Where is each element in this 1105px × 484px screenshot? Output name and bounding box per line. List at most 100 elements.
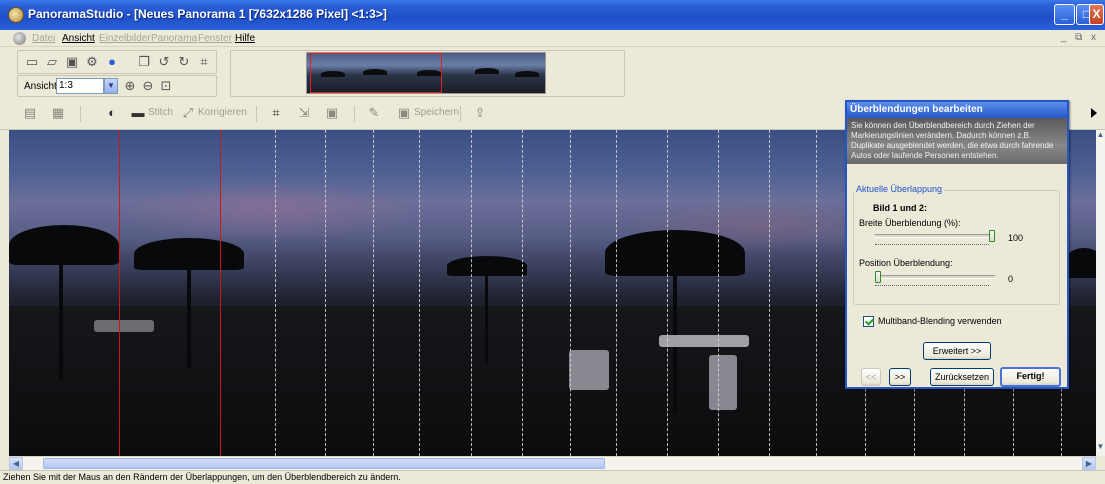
close-button[interactable]: X	[1089, 4, 1104, 25]
seam-line[interactable]	[325, 130, 326, 456]
toolbar-overflow-icon[interactable]	[1091, 108, 1097, 118]
mdi-window-controls[interactable]: _ ⧉ x	[1061, 32, 1099, 43]
panorama-thumbnail[interactable]	[306, 52, 546, 94]
rotate-right-icon[interactable]: ↻	[176, 54, 192, 70]
seam-line[interactable]	[769, 130, 770, 456]
thumbnail-selection[interactable]	[310, 53, 442, 93]
seam-line[interactable]	[570, 130, 571, 456]
previous-button[interactable]: <<	[861, 368, 881, 386]
dialog-title: Überblendungen bearbeiten	[847, 102, 1067, 118]
chevron-down-icon[interactable]: ▼	[104, 78, 118, 94]
seam-line[interactable]	[522, 130, 523, 456]
umbrella-pole	[485, 274, 488, 364]
thumbnail-hut	[515, 71, 539, 77]
seam-line[interactable]	[275, 130, 276, 456]
scroll-right-icon[interactable]: ▶	[1082, 457, 1096, 470]
help-icon[interactable]: ●	[104, 54, 120, 70]
blend-position-label: Position Überblendung:	[859, 258, 953, 268]
stitch-label[interactable]: Stitch	[148, 107, 173, 118]
app-icon	[8, 7, 24, 23]
window-title: PanoramaStudio - [Neues Panorama 1 [7632…	[28, 7, 387, 21]
blend-width-value: 100	[1008, 233, 1024, 243]
horizontal-scrollbar[interactable]: ◀ ▶	[9, 456, 1096, 470]
seam-line[interactable]	[419, 130, 420, 456]
export-icon[interactable]: ⇪	[472, 105, 488, 121]
thumbnail-hut	[475, 68, 499, 74]
document-icon[interactable]	[13, 32, 26, 45]
blend-width-label: Breite Überblendung (%):	[859, 218, 961, 228]
import-icon[interactable]: ▤	[22, 105, 38, 121]
image-pair-label: Bild 1 und 2:	[873, 203, 927, 213]
scroll-left-icon[interactable]: ◀	[9, 457, 23, 470]
blend-marker-right[interactable]	[220, 130, 221, 456]
toolbar-separator	[460, 106, 461, 122]
seam-line[interactable]	[667, 130, 668, 456]
title-bar: PanoramaStudio - [Neues Panorama 1 [7632…	[0, 0, 1105, 30]
menu-einzelbilder[interactable]: Einzelbilder	[99, 33, 151, 44]
correct-label[interactable]: Korrigieren	[198, 107, 247, 118]
zoom-out-icon[interactable]: ⊖	[140, 78, 156, 94]
extended-button[interactable]: Erweitert >>	[923, 342, 991, 360]
overlap-group-title: Aktuelle Überlappung	[854, 184, 945, 194]
save-panorama-icon[interactable]: ▣	[396, 105, 412, 121]
vertical-scrollbar[interactable]: ▲ ▼	[1096, 130, 1105, 456]
table	[659, 335, 749, 347]
menu-panorama[interactable]: Panorama	[151, 33, 197, 44]
blend-marker-left[interactable]	[119, 130, 120, 456]
zoom-fit-icon[interactable]: ⊡	[158, 78, 174, 94]
toolbar-separator	[256, 106, 257, 122]
multiband-label[interactable]: Multiband-Blending verwenden	[878, 316, 1002, 326]
scale-icon[interactable]: ⇲	[296, 105, 312, 121]
menu-ansicht[interactable]: Ansicht	[62, 33, 95, 44]
scrollbar-thumb[interactable]	[43, 458, 605, 469]
view-select[interactable]: 1:3	[56, 78, 104, 94]
seam-line[interactable]	[718, 130, 719, 456]
images-icon[interactable]: ❐	[136, 54, 152, 70]
next-button[interactable]: >>	[889, 368, 911, 386]
umbrella-roof	[605, 230, 745, 276]
open-icon[interactable]: ▱	[44, 54, 60, 70]
zoom-in-icon[interactable]: ⊕	[122, 78, 138, 94]
done-button[interactable]: Fertig!	[1000, 367, 1061, 387]
crop-tool-icon[interactable]: ⌗	[268, 105, 284, 121]
scroll-down-icon[interactable]: ▼	[1096, 442, 1105, 456]
umbrella-roof	[447, 256, 527, 276]
umbrella-pole	[187, 268, 191, 368]
retouch-icon[interactable]: ✎	[366, 105, 382, 121]
blend-position-value: 0	[1008, 274, 1014, 284]
arrange-icon[interactable]: ▦	[50, 105, 66, 121]
blend-width-slider[interactable]	[875, 234, 995, 238]
blend-width-ticks	[875, 242, 989, 245]
seam-line[interactable]	[471, 130, 472, 456]
status-text: Ziehen Sie mit der Maus an den Rändern d…	[3, 472, 401, 482]
rotate-left-icon[interactable]: ↺	[156, 54, 172, 70]
menu-hilfe[interactable]: Hilfe	[235, 33, 255, 44]
crop-icon[interactable]: ⌗	[196, 54, 212, 70]
correct-icon[interactable]: ⤢	[180, 105, 196, 121]
multiband-checkbox[interactable]	[863, 316, 874, 327]
sky-cloud	[119, 180, 419, 240]
umbrella-roof	[9, 225, 119, 265]
menu-datei[interactable]: Datei	[32, 33, 55, 44]
minimize-button[interactable]: _	[1054, 4, 1075, 25]
seam-line[interactable]	[616, 130, 617, 456]
new-icon[interactable]: ▭	[24, 54, 40, 70]
exposure-icon[interactable]: ◐	[104, 105, 120, 121]
umbrella-roof	[134, 238, 244, 270]
blend-position-thumb[interactable]	[875, 271, 881, 283]
save-panorama-label[interactable]: Speichern	[414, 107, 459, 118]
blend-width-thumb[interactable]	[989, 230, 995, 242]
stitch-icon[interactable]: ▬	[130, 105, 146, 121]
toolbar-separator	[354, 106, 355, 122]
menu-fenster[interactable]: Fenster	[198, 33, 232, 44]
settings-icon[interactable]: ⚙	[84, 54, 100, 70]
save-icon[interactable]: ▣	[64, 54, 80, 70]
scroll-up-icon[interactable]: ▲	[1096, 130, 1105, 144]
menu-bar: Datei Ansicht Einzelbilder Panorama Fens…	[0, 30, 1105, 47]
view-label: Ansicht:	[24, 81, 60, 92]
reset-button[interactable]: Zurücksetzen	[930, 368, 994, 386]
seam-line[interactable]	[373, 130, 374, 456]
seam-line[interactable]	[816, 130, 817, 456]
resize-icon[interactable]: ▣	[324, 105, 340, 121]
blend-position-slider[interactable]	[875, 275, 995, 279]
